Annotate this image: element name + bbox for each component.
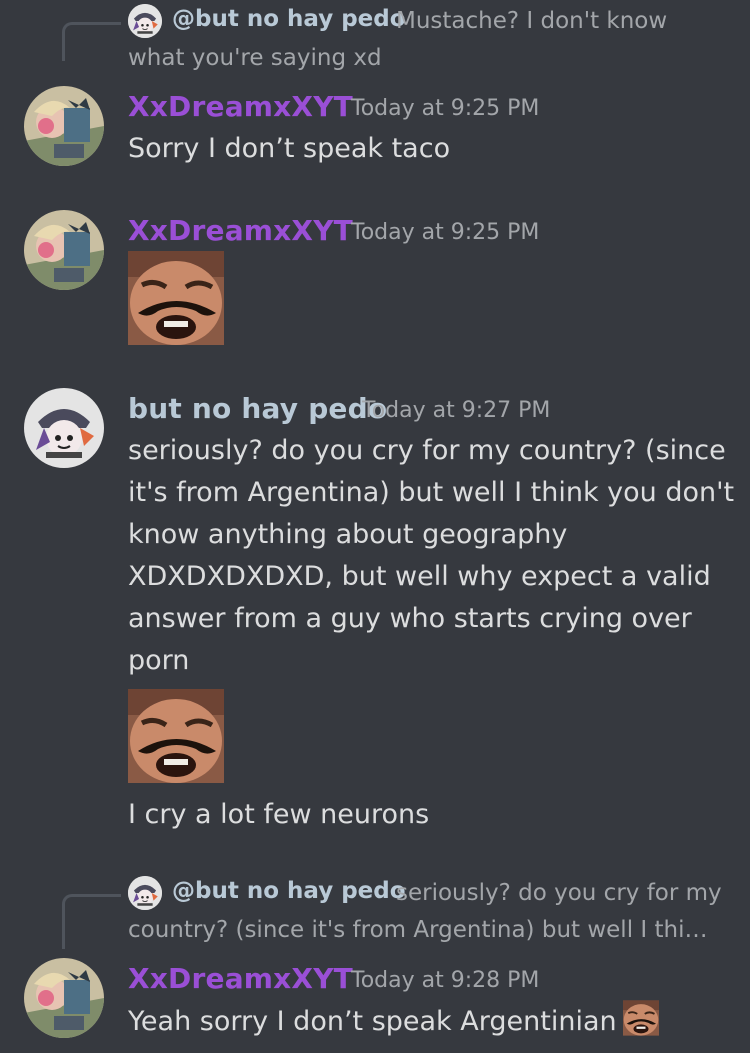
message-line: porn xyxy=(128,645,190,676)
laughing-man-emoji[interactable] xyxy=(128,251,224,345)
avatar[interactable] xyxy=(24,86,104,166)
timestamp: Today at 9:25 PM xyxy=(351,220,540,245)
message-line: know anything about geography xyxy=(128,519,568,550)
message-text: Sorry I don’t speak taco xyxy=(128,133,451,164)
avatar[interactable] xyxy=(24,388,104,468)
reply-mention[interactable]: @but no hay pedo xyxy=(172,6,406,32)
avatar[interactable] xyxy=(24,958,104,1038)
message-text: I cry a lot few neurons xyxy=(128,799,430,830)
reply-preview-line1[interactable]: seriously? do you cry for my xyxy=(396,875,722,911)
reply-connector xyxy=(62,22,121,61)
username[interactable]: XxDreamxXYT xyxy=(128,90,353,123)
username[interactable]: but no hay pedo xyxy=(128,392,387,425)
message-line: XDXDXDXDXD, but well why expect a valid xyxy=(128,561,711,592)
message-line: answer from a guy who starts crying over xyxy=(128,603,692,634)
timestamp: Today at 9:28 PM xyxy=(351,968,540,993)
reply-connector xyxy=(62,894,121,949)
message-line: seriously? do you cry for my country? (s… xyxy=(128,435,726,466)
laughing-man-emoji[interactable] xyxy=(128,689,224,783)
reply-preview-line2[interactable]: what you're saying xd xyxy=(128,40,382,76)
reply-avatar[interactable] xyxy=(128,4,162,38)
message-line: it's from Argentina) but well I think yo… xyxy=(128,477,735,508)
username[interactable]: XxDreamxXYT xyxy=(128,962,353,995)
timestamp: Today at 9:25 PM xyxy=(351,96,540,121)
message-text: Yeah sorry I don’t speak Argentinian xyxy=(128,1000,659,1043)
reply-preview-line1[interactable]: Mustache? I don't know xyxy=(396,3,667,39)
reply-mention[interactable]: @but no hay pedo xyxy=(172,878,406,904)
username[interactable]: XxDreamxXYT xyxy=(128,214,353,247)
avatar[interactable] xyxy=(24,210,104,290)
reply-avatar[interactable] xyxy=(128,876,162,910)
timestamp: Today at 9:27 PM xyxy=(362,398,551,423)
message-text-content: Yeah sorry I don’t speak Argentinian xyxy=(128,1006,617,1037)
laughing-man-emoji[interactable] xyxy=(622,1000,659,1036)
reply-preview-line2[interactable]: country? (since it's from Argentina) but… xyxy=(128,912,707,948)
